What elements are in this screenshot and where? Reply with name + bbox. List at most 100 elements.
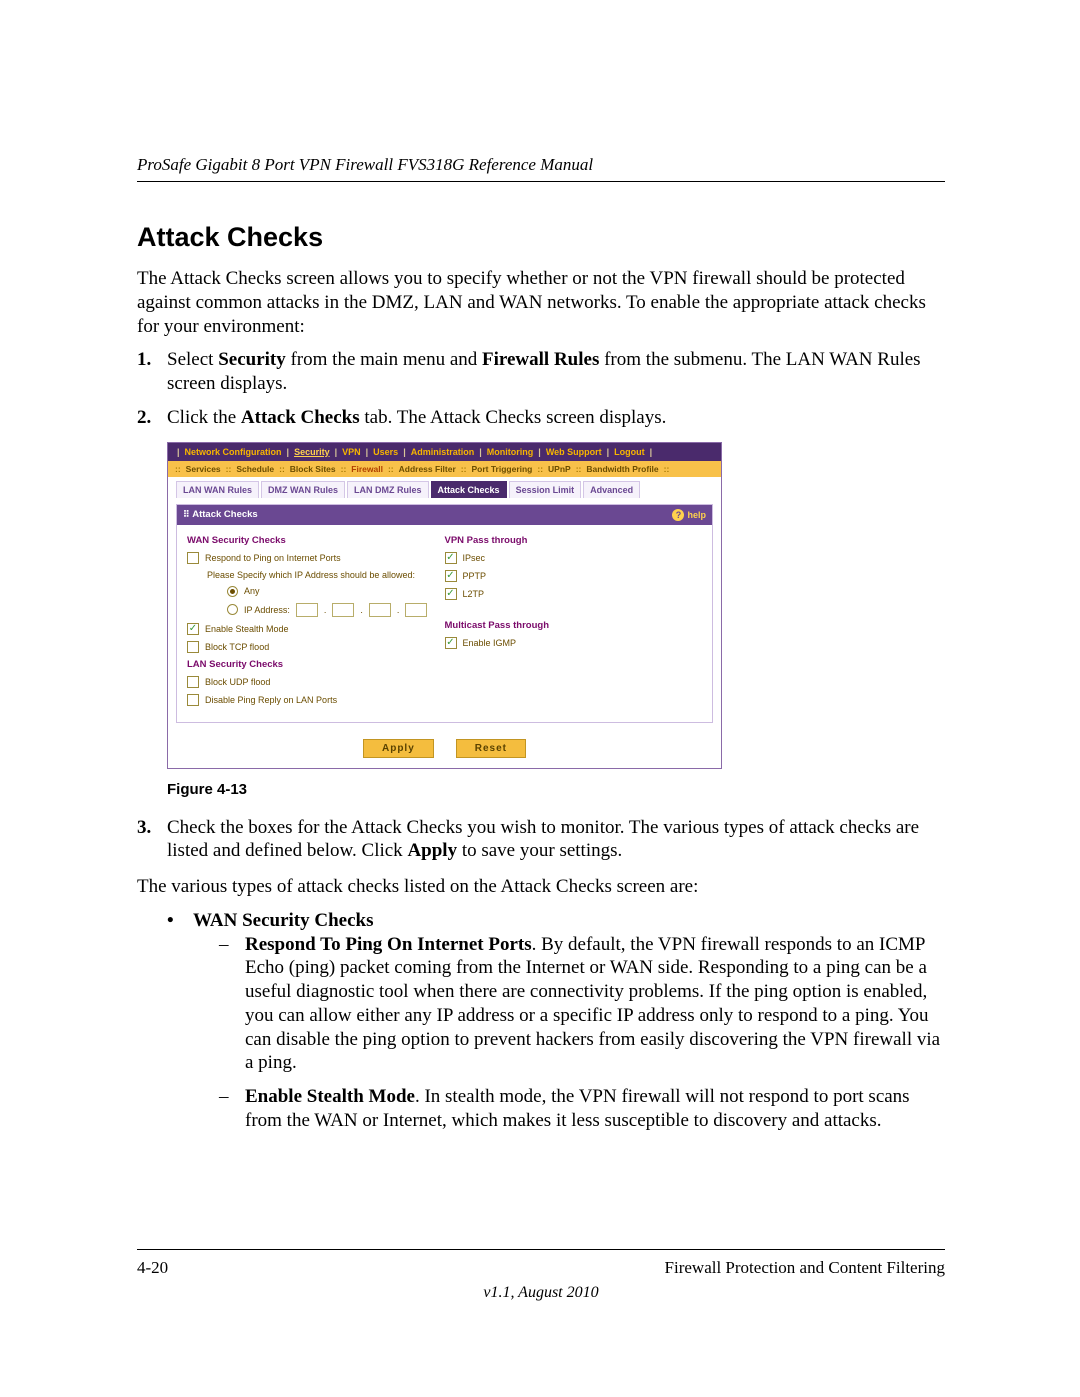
version-date: v1.1, August 2010 <box>137 1284 945 1302</box>
checkbox-pptp[interactable] <box>445 570 457 582</box>
checkbox-block-udp[interactable] <box>187 676 199 688</box>
label-ipsec: IPsec <box>463 553 486 563</box>
chapter-title: Firewall Protection and Content Filterin… <box>665 1258 945 1278</box>
bullet-mark: • <box>167 909 174 933</box>
label-l2tp: L2TP <box>463 589 485 599</box>
panel-header: ⠿ Attack Checks ?help <box>177 505 712 525</box>
bullet-wan-title: WAN Security Checks <box>193 910 374 931</box>
ip-octet-2[interactable] <box>332 603 354 617</box>
label-stealth-mode: Enable Stealth Mode <box>205 624 289 634</box>
ip-octet-1[interactable] <box>296 603 318 617</box>
nav-network-configuration[interactable]: Network Configuration <box>185 447 282 457</box>
label-block-tcp: Block TCP flood <box>205 642 269 652</box>
step-2: 2. Click the Attack Checks tab. The Atta… <box>137 406 945 430</box>
subnav-firewall[interactable]: Firewall <box>351 464 383 474</box>
label-ip-address: IP Address: <box>244 605 290 615</box>
ip-octet-4[interactable] <box>405 603 427 617</box>
summary-line: The various types of attack checks liste… <box>137 875 945 899</box>
main-menu: | Network Configuration | Security | VPN… <box>168 443 721 461</box>
checkbox-l2tp[interactable] <box>445 588 457 600</box>
dash-mark: – <box>219 933 229 957</box>
tab-lan-dmz-rules[interactable]: LAN DMZ Rules <box>347 481 429 498</box>
subnav-upnp[interactable]: UPnP <box>548 464 571 474</box>
reset-button[interactable]: Reset <box>456 739 526 758</box>
bullet-wan-security: • WAN Security Checks – Respond To Ping … <box>167 909 945 1133</box>
step-2-number: 2. <box>137 406 151 430</box>
tab-dmz-wan-rules[interactable]: DMZ WAN Rules <box>261 481 345 498</box>
label-block-udp: Block UDP flood <box>205 677 270 687</box>
checkbox-ipsec[interactable] <box>445 552 457 564</box>
tab-advanced[interactable]: Advanced <box>583 481 640 498</box>
subnav-address-filter[interactable]: Address Filter <box>399 464 456 474</box>
tab-lan-wan-rules[interactable]: LAN WAN Rules <box>176 481 259 498</box>
help-link[interactable]: ?help <box>672 509 706 521</box>
nav-web-support[interactable]: Web Support <box>546 447 602 457</box>
label-respond-ping: Respond to Ping on Internet Ports <box>205 553 341 563</box>
label-any: Any <box>244 586 260 596</box>
steps-list-continued: 3. Check the boxes for the Attack Checks… <box>137 816 945 864</box>
apply-button[interactable]: Apply <box>363 739 434 758</box>
tab-session-limit[interactable]: Session Limit <box>509 481 582 498</box>
bullet-list: • WAN Security Checks – Respond To Ping … <box>167 909 945 1133</box>
panel-title: ⠿ Attack Checks <box>183 509 258 521</box>
subnav-bandwidth-profile[interactable]: Bandwidth Profile <box>586 464 658 474</box>
radio-any[interactable] <box>227 586 238 597</box>
checkbox-respond-ping[interactable] <box>187 552 199 564</box>
label-igmp: Enable IGMP <box>463 638 517 648</box>
sub-stealth-mode: – Enable Stealth Mode. In stealth mode, … <box>219 1085 945 1133</box>
page-footer: 4-20 Firewall Protection and Content Fil… <box>137 1249 945 1302</box>
step-3-text: Check the boxes for the Attack Checks yo… <box>167 817 919 862</box>
label-pptp: PPTP <box>463 571 487 581</box>
intro-paragraph: The Attack Checks screen allows you to s… <box>137 267 945 338</box>
nav-vpn[interactable]: VPN <box>342 447 361 457</box>
tab-attack-checks[interactable]: Attack Checks <box>431 481 507 498</box>
attack-checks-panel: ⠿ Attack Checks ?help WAN Security Check… <box>176 504 713 723</box>
tab-bar: LAN WAN Rules DMZ WAN Rules LAN DMZ Rule… <box>168 477 721 498</box>
page-number: 4-20 <box>137 1258 168 1278</box>
subnav-port-triggering[interactable]: Port Triggering <box>471 464 532 474</box>
subnav-block-sites[interactable]: Block Sites <box>290 464 336 474</box>
checkbox-block-tcp[interactable] <box>187 641 199 653</box>
steps-list: 1. Select Security from the main menu an… <box>137 348 945 429</box>
label-disable-ping-reply: Disable Ping Reply on LAN Ports <box>205 695 337 705</box>
figure-screenshot: | Network Configuration | Security | VPN… <box>167 442 722 769</box>
help-icon: ? <box>672 509 684 521</box>
step-1-number: 1. <box>137 348 151 372</box>
nav-logout[interactable]: Logout <box>614 447 645 457</box>
sub-respond-ping: – Respond To Ping On Internet Ports. By … <box>219 933 945 1076</box>
step-3-number: 3. <box>137 816 151 840</box>
checkbox-disable-ping-reply[interactable] <box>187 694 199 706</box>
panel-body: WAN Security Checks Respond to Ping on I… <box>177 525 712 722</box>
wan-security-title: WAN Security Checks <box>187 535 445 546</box>
nav-security[interactable]: Security <box>294 447 330 457</box>
checkbox-stealth-mode[interactable] <box>187 623 199 635</box>
menu-separator: | <box>174 447 183 457</box>
step-2-text: Click the Attack Checks tab. The Attack … <box>167 407 666 428</box>
sub-list: – Respond To Ping On Internet Ports. By … <box>219 933 945 1133</box>
subnav-services[interactable]: Services <box>186 464 221 474</box>
button-row: Apply Reset <box>168 731 721 768</box>
lan-security-title: LAN Security Checks <box>187 659 445 670</box>
nav-monitoring[interactable]: Monitoring <box>487 447 534 457</box>
step-1: 1. Select Security from the main menu an… <box>137 348 945 396</box>
sub-menu: :: Services :: Schedule :: Block Sites :… <box>168 461 721 477</box>
nav-users[interactable]: Users <box>373 447 398 457</box>
nav-administration[interactable]: Administration <box>411 447 475 457</box>
label-specify-ip: Please Specify which IP Address should b… <box>207 570 445 580</box>
dash-mark: – <box>219 1085 229 1109</box>
left-column: WAN Security Checks Respond to Ping on I… <box>187 531 445 712</box>
multicast-title: Multicast Pass through <box>445 620 703 631</box>
footer-rule <box>137 1249 945 1250</box>
subnav-schedule[interactable]: Schedule <box>236 464 274 474</box>
right-column: VPN Pass through IPsec PPTP L2TP Multica… <box>445 531 703 712</box>
step-3: 3. Check the boxes for the Attack Checks… <box>137 816 945 864</box>
vpn-pass-title: VPN Pass through <box>445 535 703 546</box>
app-window: | Network Configuration | Security | VPN… <box>167 442 722 769</box>
checkbox-igmp[interactable] <box>445 637 457 649</box>
running-header: ProSafe Gigabit 8 Port VPN Firewall FVS3… <box>137 155 945 175</box>
radio-ip-address[interactable] <box>227 604 238 615</box>
header-rule <box>137 181 945 182</box>
section-title: Attack Checks <box>137 222 945 253</box>
ip-octet-3[interactable] <box>369 603 391 617</box>
figure-caption: Figure 4-13 <box>167 781 945 798</box>
